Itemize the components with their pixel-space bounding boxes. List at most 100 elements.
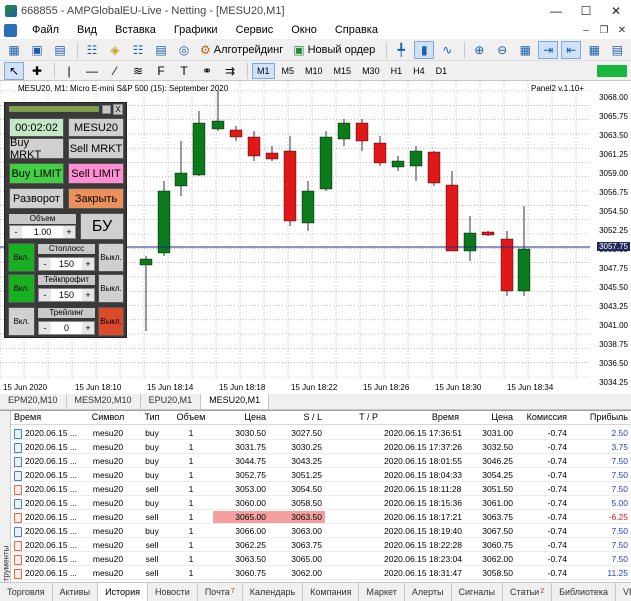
- trendline-icon[interactable]: ∕: [105, 62, 125, 80]
- timeframe-m10[interactable]: M10: [301, 64, 327, 78]
- volume-input[interactable]: 1.00: [22, 226, 63, 238]
- col-profit[interactable]: Прибыль: [570, 411, 631, 424]
- indicators-icon[interactable]: ▦: [584, 41, 604, 59]
- menu-help[interactable]: Справка: [326, 24, 387, 36]
- volume-minus-button[interactable]: -: [10, 226, 22, 238]
- trailing-minus-button[interactable]: -: [39, 322, 51, 334]
- candle-chart-icon[interactable]: ▮: [414, 40, 435, 59]
- chart-shift-icon[interactable]: ⇤: [561, 40, 582, 59]
- table-row[interactable]: 2020.06.15 ... mesu20 sell 1 3065.00 3063.50 2…: [11, 511, 631, 524]
- trailing-off-button[interactable]: Выкл.: [98, 307, 124, 336]
- breakeven-button[interactable]: БУ: [80, 213, 124, 240]
- toolbox-tab[interactable]: Алерты: [405, 582, 452, 601]
- takeprofit-on-button[interactable]: Вкл.: [8, 274, 35, 303]
- chart-close-icon[interactable]: ✕: [613, 25, 631, 36]
- bar-chart-icon[interactable]: ╇: [391, 41, 411, 59]
- toolbox-tab[interactable]: Статьи 2: [503, 582, 553, 601]
- toolbox-tab[interactable]: Почта 7: [198, 582, 243, 601]
- col-type[interactable]: Тип: [135, 411, 169, 424]
- close-icon[interactable]: ✕: [601, 0, 631, 21]
- takeprofit-off-button[interactable]: Выкл.: [98, 274, 124, 303]
- col-sl[interactable]: S / L: [269, 411, 325, 424]
- chart-tab-epm20-m10[interactable]: EPM20,M10: [0, 394, 67, 409]
- data-window-icon[interactable]: ◈: [105, 41, 125, 59]
- toolbox-tab[interactable]: Календарь: [243, 582, 304, 601]
- stoploss-stepper[interactable]: - 150 +: [38, 257, 95, 271]
- algotrading-button[interactable]: ⚙ Алготрейдинг: [197, 41, 286, 59]
- menu-tools[interactable]: Сервис: [227, 24, 283, 36]
- chart-tab-epu20-m1[interactable]: EPU20,M1: [141, 394, 202, 409]
- vertical-line-icon[interactable]: |: [59, 62, 79, 80]
- table-row[interactable]: 2020.06.15 ... mesu20 buy 1 3052.75 3051.25 20…: [11, 469, 631, 482]
- volume-stepper[interactable]: - 1.00 +: [9, 225, 76, 239]
- new-chart-icon[interactable]: ▦: [4, 41, 24, 59]
- col-volume[interactable]: Объем: [169, 411, 213, 424]
- buy-market-button[interactable]: Buy MRKT: [9, 137, 64, 161]
- toolbox-tab[interactable]: Активы: [53, 582, 99, 601]
- col-time[interactable]: Время: [11, 411, 81, 424]
- stoploss-plus-button[interactable]: +: [82, 258, 94, 270]
- chart-minimize-icon[interactable]: –: [577, 25, 595, 36]
- trailing-stepper[interactable]: - 0 +: [38, 321, 95, 335]
- trailing-plus-button[interactable]: +: [82, 322, 94, 334]
- sell-limit-button[interactable]: Sell LIMIT: [68, 163, 124, 184]
- col-tp[interactable]: T / P: [325, 411, 381, 424]
- panel-minimize-icon[interactable]: [102, 105, 111, 114]
- timeframe-m30[interactable]: M30: [358, 64, 384, 78]
- table-row[interactable]: 2020.06.15 ... mesu20 sell 1 3063.50 3065.00 2…: [11, 553, 631, 566]
- trailing-input[interactable]: 0: [51, 322, 82, 334]
- chart-tab-mesm20-m10[interactable]: MESM20,M10: [67, 394, 141, 409]
- fibonacci-icon[interactable]: F: [151, 62, 171, 80]
- close-position-button[interactable]: Закрыть: [68, 188, 124, 209]
- timeframe-m15[interactable]: M15: [330, 64, 356, 78]
- table-row[interactable]: 2020.06.15 ... mesu20 sell 1 3053.00 3054.50 2…: [11, 483, 631, 496]
- table-row[interactable]: 2020.06.15 ... mesu20 buy 1 3044.75 3043.25 20…: [11, 455, 631, 468]
- volume-plus-button[interactable]: +: [63, 226, 75, 238]
- autoscroll-icon[interactable]: ⇥: [538, 40, 559, 59]
- table-row[interactable]: 2020.06.15 ... mesu20 buy 1 3060.00 3058.50 20…: [11, 497, 631, 510]
- chart-settings-icon[interactable]: ▤: [50, 41, 70, 59]
- zoom-out-icon[interactable]: ⊖: [492, 41, 512, 59]
- toolbox-tab[interactable]: VPS: [616, 583, 631, 601]
- stoploss-off-button[interactable]: Выкл.: [98, 243, 124, 272]
- toolbox-tab[interactable]: Маркет: [359, 582, 405, 601]
- chart-restore-icon[interactable]: ❐: [595, 25, 613, 36]
- arrows-icon[interactable]: ⇉: [220, 62, 240, 80]
- timeframe-h4[interactable]: H4: [409, 64, 429, 78]
- horizontal-line-icon[interactable]: —: [82, 62, 102, 80]
- sell-market-button[interactable]: Sell MRKT: [68, 138, 124, 159]
- table-row[interactable]: 2020.06.15 ... mesu20 buy 1 3030.50 3027.50 20…: [11, 427, 631, 440]
- stoploss-on-button[interactable]: Вкл.: [8, 243, 35, 272]
- menu-charts[interactable]: Графики: [165, 24, 227, 36]
- takeprofit-stepper[interactable]: - 150 +: [38, 288, 95, 302]
- menu-insert[interactable]: Вставка: [106, 24, 165, 36]
- table-row[interactable]: 2020.06.15 ... mesu20 buy 1 3031.75 3030.25 20…: [11, 441, 631, 454]
- navigator-icon[interactable]: ☷: [128, 41, 148, 59]
- toolbox-tab[interactable]: Библиотека: [552, 582, 617, 601]
- toolbox-tab[interactable]: Новости: [148, 582, 198, 601]
- trailing-on-button[interactable]: Вкл.: [8, 307, 35, 336]
- tile-windows-icon[interactable]: ▦: [515, 41, 535, 59]
- col-commission[interactable]: Комиссия: [516, 411, 570, 424]
- equidistant-channel-icon[interactable]: ≋: [128, 62, 148, 80]
- col-close-time[interactable]: Время: [381, 411, 462, 424]
- cursor-icon[interactable]: ↖: [4, 61, 24, 80]
- shapes-icon[interactable]: ⚭: [197, 62, 217, 80]
- text-icon[interactable]: T: [174, 62, 194, 80]
- table-row[interactable]: 2020.06.15 ... mesu20 sell 1 3062.25 3063.75 2…: [11, 539, 631, 552]
- market-watch-icon[interactable]: ☷: [82, 41, 102, 59]
- line-chart-icon[interactable]: ∿: [437, 41, 457, 59]
- timeframe-m5[interactable]: M5: [278, 64, 299, 78]
- col-symbol[interactable]: Символ: [81, 411, 135, 424]
- toolbox-tab[interactable]: Торговля: [0, 582, 53, 601]
- zoom-in-icon[interactable]: ⊕: [469, 41, 489, 59]
- timeframe-h1[interactable]: H1: [387, 64, 407, 78]
- reverse-button[interactable]: Разворот: [9, 188, 64, 209]
- table-row[interactable]: 2020.06.15 ... mesu20 sell 1 3060.75 3062.00 2…: [11, 567, 631, 580]
- timeframe-d1[interactable]: D1: [432, 64, 452, 78]
- new-order-button[interactable]: ▣ Новый ордер: [290, 41, 378, 59]
- table-row[interactable]: 2020.06.15 ... mesu20 buy 1 3066.00 3063.00 20…: [11, 525, 631, 538]
- stoploss-minus-button[interactable]: -: [39, 258, 51, 270]
- toolbox-tab[interactable]: История: [98, 582, 148, 601]
- stoploss-input[interactable]: 150: [51, 258, 82, 270]
